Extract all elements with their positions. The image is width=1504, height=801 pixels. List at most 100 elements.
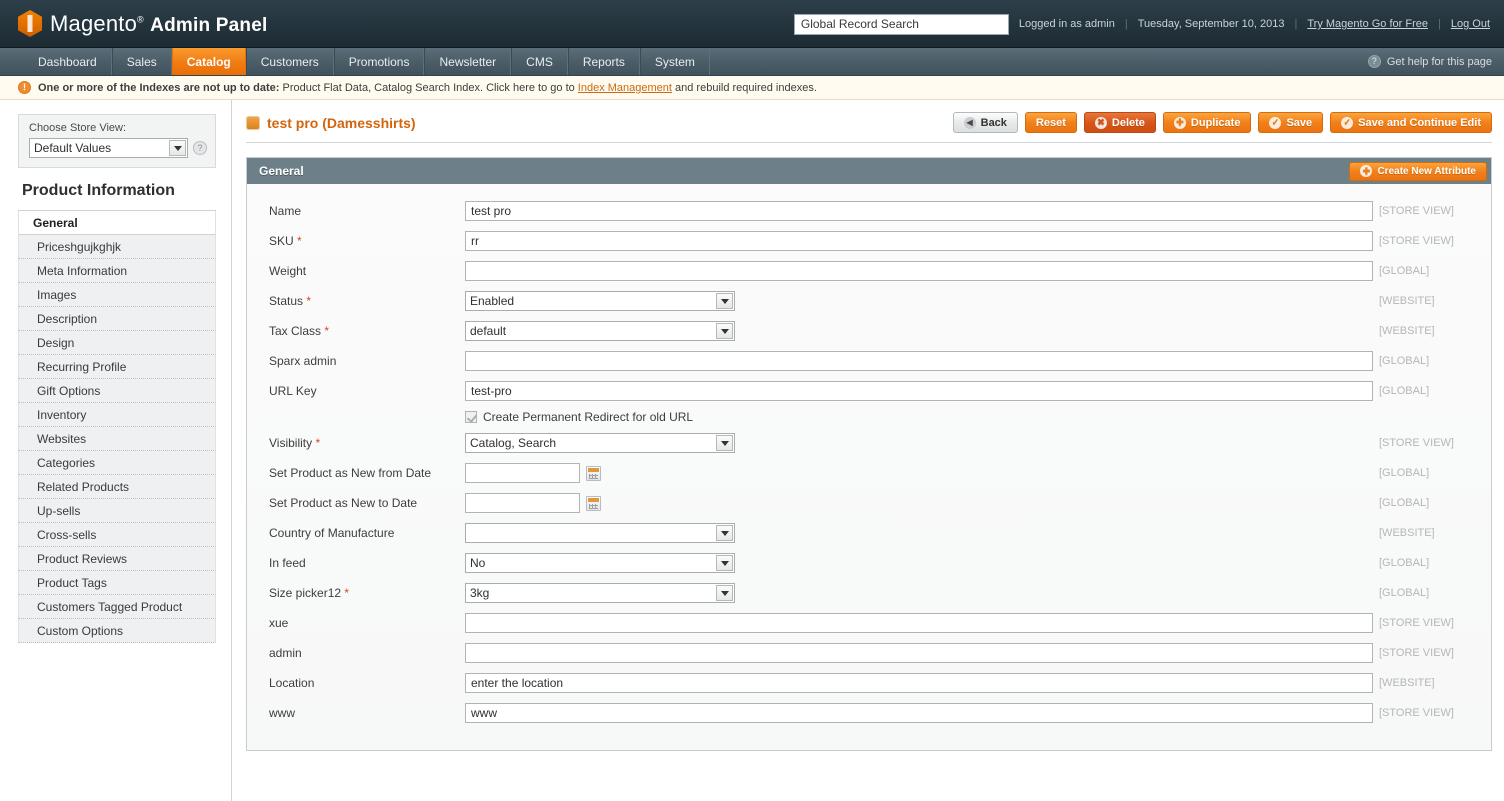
select-status[interactable]: Enabled xyxy=(465,291,735,311)
nav-item-reports[interactable]: Reports xyxy=(568,48,640,75)
nav-item-customers[interactable]: Customers xyxy=(246,48,334,75)
sidebar-item-websites[interactable]: Websites xyxy=(18,427,216,451)
chevron-down-icon xyxy=(169,140,186,156)
get-help-link[interactable]: Get help for this page xyxy=(1368,48,1492,75)
back-button-label: Back xyxy=(981,117,1007,129)
select-tax-class[interactable]: default xyxy=(465,321,735,341)
store-view-value: Default Values xyxy=(34,141,111,155)
nav-item-system[interactable]: System xyxy=(640,48,710,75)
select-in-feed[interactable]: No xyxy=(465,553,735,573)
back-button[interactable]: ◀ Back xyxy=(953,112,1018,133)
label-name: Name xyxy=(269,204,465,218)
nav-item-catalog[interactable]: Catalog xyxy=(172,48,246,75)
sidebar-item-gift-options[interactable]: Gift Options xyxy=(18,379,216,403)
scope-in-feed: [GLOBAL] xyxy=(1373,557,1491,569)
left-sidebar: Choose Store View: Default Values Produc… xyxy=(0,100,232,801)
scope-status: [WEBSITE] xyxy=(1373,295,1491,307)
sidebar-item-customers-tagged-product[interactable]: Customers Tagged Product xyxy=(18,595,216,619)
input-sku[interactable]: rr xyxy=(465,231,1373,251)
nav-item-promotions[interactable]: Promotions xyxy=(334,48,425,75)
reset-button[interactable]: Reset xyxy=(1025,112,1077,133)
nav-item-sales[interactable]: Sales xyxy=(112,48,172,75)
label-in-feed: In feed xyxy=(269,556,465,570)
label-visibility-text: Visibility xyxy=(269,436,312,450)
main-navigation: Dashboard Sales Catalog Customers Promot… xyxy=(0,48,1504,76)
input-admin[interactable] xyxy=(465,643,1373,663)
create-redirect-checkbox[interactable] xyxy=(465,411,477,423)
duplicate-button[interactable]: ✚ Duplicate xyxy=(1163,112,1252,133)
input-name[interactable]: test pro xyxy=(465,201,1373,221)
scope-weight: [GLOBAL] xyxy=(1373,265,1491,277)
save-button[interactable]: ✓ Save xyxy=(1258,112,1323,133)
sidebar-item-up-sells[interactable]: Up-sells xyxy=(18,499,216,523)
input-new-from-date[interactable] xyxy=(465,463,580,483)
logout-link[interactable]: Log Out xyxy=(1451,18,1490,30)
chevron-down-icon-status xyxy=(716,293,733,309)
nav-item-cms[interactable]: CMS xyxy=(511,48,568,75)
store-view-select[interactable]: Default Values xyxy=(29,138,188,158)
chevron-down-icon-visibility xyxy=(716,435,733,451)
index-notice-bar: One or more of the Indexes are not up to… xyxy=(0,76,1504,100)
x-circle-icon: ✖ xyxy=(1095,117,1107,129)
select-size-picker[interactable]: 3kg xyxy=(465,583,735,603)
input-xue[interactable] xyxy=(465,613,1373,633)
warning-icon xyxy=(18,81,31,94)
sidebar-item-inventory[interactable]: Inventory xyxy=(18,403,216,427)
sidebar-item-cross-sells[interactable]: Cross-sells xyxy=(18,523,216,547)
input-url-key[interactable]: test-pro xyxy=(465,381,1373,401)
brand-logo[interactable]: Magento® Admin Panel xyxy=(0,10,267,37)
store-view-help-icon[interactable] xyxy=(193,141,207,155)
page-title: test pro (Damesshirts) xyxy=(246,112,416,131)
sidebar-item-images[interactable]: Images xyxy=(18,283,216,307)
store-view-panel: Choose Store View: Default Values xyxy=(18,114,216,168)
index-management-link[interactable]: Index Management xyxy=(578,82,672,94)
input-location[interactable]: enter the location xyxy=(465,673,1373,693)
notice-text-after: and rebuild required indexes. xyxy=(672,82,817,94)
select-country-of-manufacture[interactable] xyxy=(465,523,735,543)
calendar-icon-to[interactable] xyxy=(586,496,601,511)
delete-button[interactable]: ✖ Delete xyxy=(1084,112,1156,133)
magento-logo-icon xyxy=(18,10,42,37)
sidebar-item-product-tags[interactable]: Product Tags xyxy=(18,571,216,595)
sidebar-item-design[interactable]: Design xyxy=(18,331,216,355)
scope-tax-class: [WEBSITE] xyxy=(1373,325,1491,337)
field-row-new-from-date: Set Product as New from Date [GLOBAL] xyxy=(247,458,1491,488)
product-information-title: Product Information xyxy=(18,168,216,211)
fieldset-header: General ✚ Create New Attribute xyxy=(247,158,1491,184)
field-row-country-of-manufacture: Country of Manufacture [WEBSITE] xyxy=(247,518,1491,548)
calendar-icon-from[interactable] xyxy=(586,466,601,481)
duplicate-button-label: Duplicate xyxy=(1191,117,1241,129)
sidebar-item-recurring-profile[interactable]: Recurring Profile xyxy=(18,355,216,379)
sidebar-item-description[interactable]: Description xyxy=(18,307,216,331)
try-magento-go-link[interactable]: Try Magento Go for Free xyxy=(1307,18,1428,30)
field-row-status: Status * Enabled [WEBSITE] xyxy=(247,286,1491,316)
save-and-continue-button[interactable]: ✓ Save and Continue Edit xyxy=(1330,112,1492,133)
required-mark-tax-class: * xyxy=(324,324,329,338)
sidebar-item-categories[interactable]: Categories xyxy=(18,451,216,475)
select-visibility[interactable]: Catalog, Search xyxy=(465,433,735,453)
brand-suffix: Admin Panel xyxy=(150,15,267,36)
brand-name: Magento xyxy=(50,11,137,36)
nav-item-newsletter[interactable]: Newsletter xyxy=(424,48,511,75)
label-sku: SKU * xyxy=(269,234,465,248)
select-visibility-value: Catalog, Search xyxy=(470,436,556,450)
create-new-attribute-button[interactable]: ✚ Create New Attribute xyxy=(1349,162,1487,181)
input-new-to-date[interactable] xyxy=(465,493,580,513)
sidebar-item-product-reviews[interactable]: Product Reviews xyxy=(18,547,216,571)
field-row-admin: admin [STORE VIEW] xyxy=(247,638,1491,668)
sidebar-item-related-products[interactable]: Related Products xyxy=(18,475,216,499)
global-search-input[interactable]: Global Record Search xyxy=(794,14,1009,35)
input-www[interactable]: www xyxy=(465,703,1373,723)
chevron-down-icon-in-feed xyxy=(716,555,733,571)
field-row-xue: xue [STORE VIEW] xyxy=(247,608,1491,638)
sidebar-item-prices[interactable]: Priceshgujkghjk xyxy=(18,235,216,259)
label-location: Location xyxy=(269,676,465,690)
sidebar-item-meta-information[interactable]: Meta Information xyxy=(18,259,216,283)
scope-name: [STORE VIEW] xyxy=(1373,205,1491,217)
sidebar-item-custom-options[interactable]: Custom Options xyxy=(18,619,216,643)
label-weight: Weight xyxy=(269,264,465,278)
input-sparx-admin[interactable] xyxy=(465,351,1373,371)
input-weight[interactable] xyxy=(465,261,1373,281)
sidebar-item-general[interactable]: General xyxy=(18,211,216,235)
nav-item-dashboard[interactable]: Dashboard xyxy=(24,48,112,75)
